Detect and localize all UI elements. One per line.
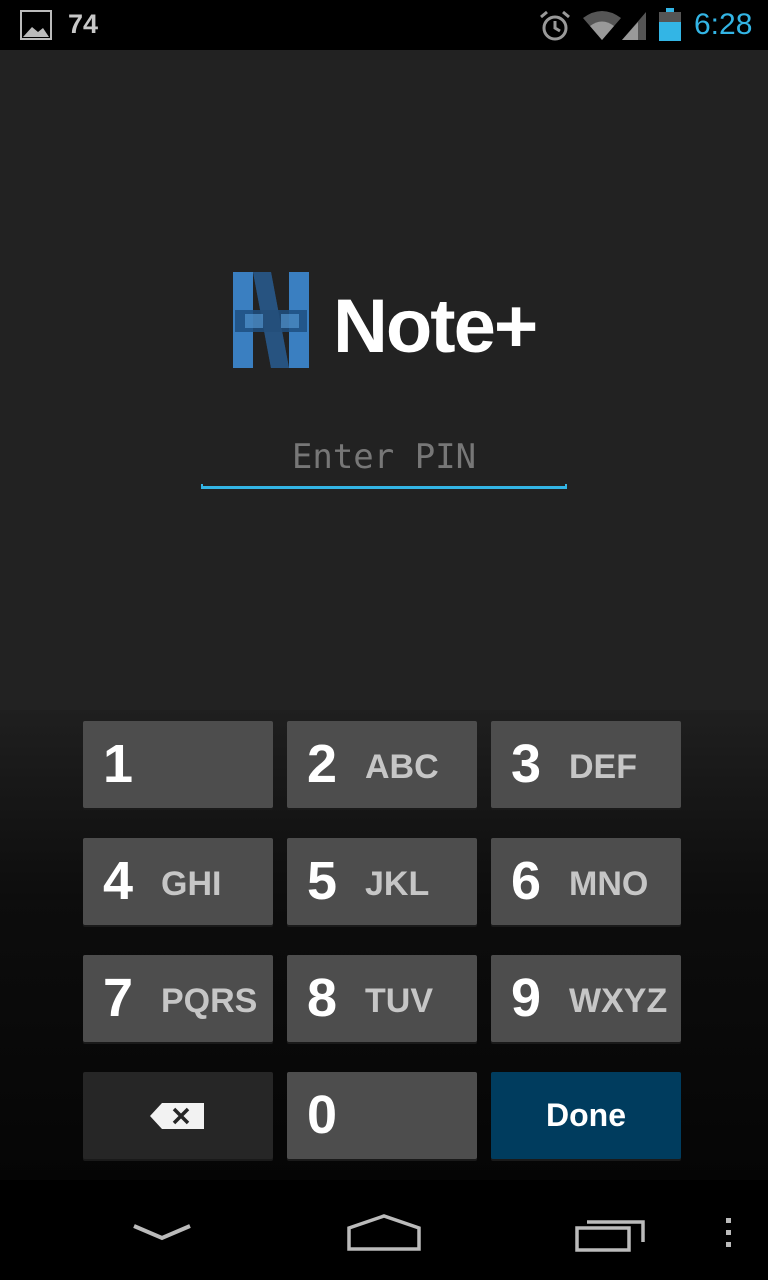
key-letters: MNO xyxy=(569,865,649,903)
notification-count: 74 xyxy=(68,9,99,39)
key-5[interactable]: 5 JKL xyxy=(287,838,477,925)
key-6[interactable]: 6 MNO xyxy=(491,838,681,925)
signal-icon xyxy=(622,12,646,40)
gallery-icon xyxy=(20,10,52,40)
key-2[interactable]: 2 ABC xyxy=(287,721,477,808)
key-letters: ABC xyxy=(365,748,439,786)
key-digit: 1 xyxy=(103,734,134,794)
backspace-icon xyxy=(150,1103,204,1129)
key-letters: TUV xyxy=(365,982,433,1020)
key-digit: 7 xyxy=(103,968,134,1028)
navigation-bar xyxy=(0,1180,768,1280)
key-0[interactable]: 0 xyxy=(287,1072,477,1159)
key-digit: 9 xyxy=(511,968,542,1028)
key-digit: 2 xyxy=(307,734,338,794)
battery-icon xyxy=(659,8,681,41)
done-label: Done xyxy=(546,1097,626,1133)
alarm-icon xyxy=(540,10,570,41)
key-digit: 4 xyxy=(103,851,134,911)
wifi-icon xyxy=(583,11,621,40)
menu-icon[interactable] xyxy=(718,1216,738,1250)
key-digit: 3 xyxy=(511,734,542,794)
key-8[interactable]: 8 TUV xyxy=(287,955,477,1042)
key-9[interactable]: 9 WXYZ xyxy=(491,955,681,1042)
key-digit: 6 xyxy=(511,851,542,911)
status-bar: 74 6:28 xyxy=(0,0,768,50)
done-button[interactable]: Done xyxy=(491,1072,681,1159)
key-4[interactable]: 4 GHI xyxy=(83,838,273,925)
key-7[interactable]: 7 PQRS xyxy=(83,955,273,1042)
key-letters: WXYZ xyxy=(569,982,668,1020)
back-icon[interactable] xyxy=(130,1210,194,1250)
backspace-key[interactable] xyxy=(83,1072,273,1159)
screen: 74 6:28 Note+ 1 2 ABC 3 DEF 4 GHI 5 JKL … xyxy=(0,0,768,1280)
recents-icon[interactable] xyxy=(573,1214,647,1254)
key-letters: GHI xyxy=(161,865,222,903)
key-letters: DEF xyxy=(569,748,637,786)
key-letters: PQRS xyxy=(161,982,258,1020)
key-1[interactable]: 1 xyxy=(83,721,273,808)
note-plus-logo-icon xyxy=(233,272,309,368)
key-digit: 5 xyxy=(307,851,338,911)
key-digit: 0 xyxy=(307,1085,338,1145)
home-icon[interactable] xyxy=(345,1212,423,1252)
status-clock: 6:28 xyxy=(694,8,753,41)
app-body: Note+ xyxy=(0,50,768,710)
key-letters: JKL xyxy=(365,865,430,903)
numeric-keypad: 1 2 ABC 3 DEF 4 GHI 5 JKL 6 MNO 7 PQRS 8… xyxy=(0,710,768,1180)
pin-input-underline xyxy=(201,484,567,489)
key-digit: 8 xyxy=(307,968,338,1028)
pin-input[interactable] xyxy=(202,428,566,486)
key-3[interactable]: 3 DEF xyxy=(491,721,681,808)
app-title: Note+ xyxy=(333,284,538,369)
